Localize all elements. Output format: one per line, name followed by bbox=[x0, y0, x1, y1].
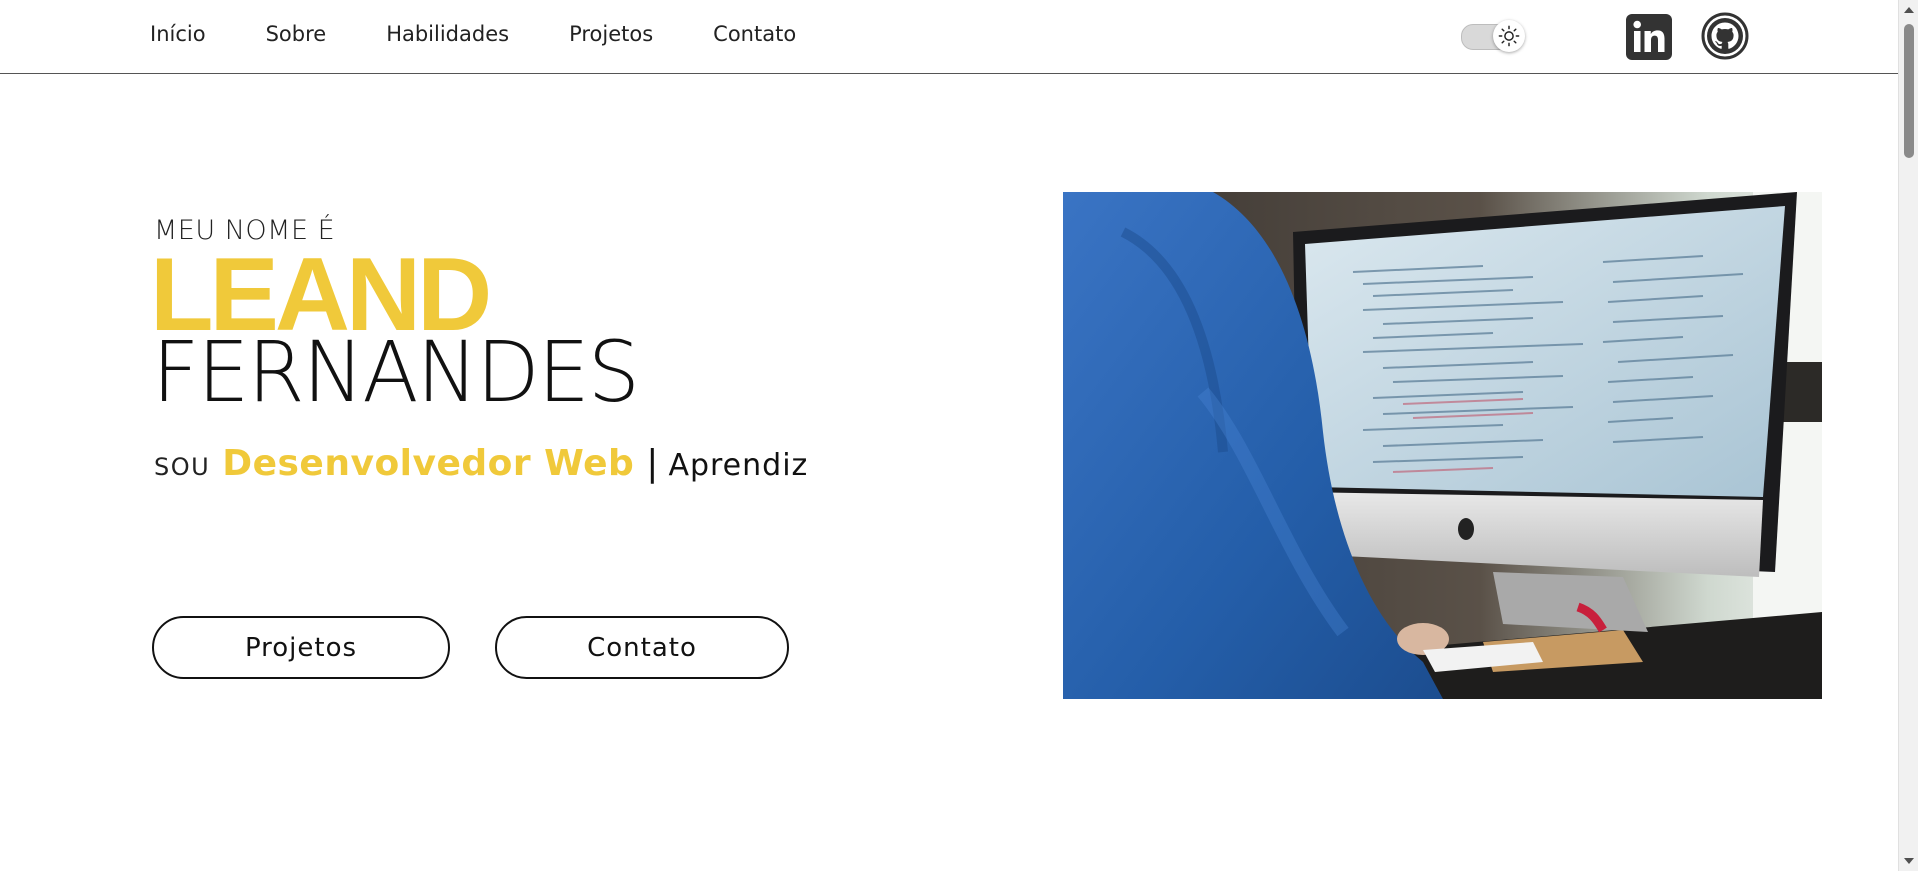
contact-button[interactable]: Contato bbox=[495, 616, 789, 679]
subtitle-separator: | bbox=[646, 443, 659, 484]
github-link[interactable] bbox=[1701, 12, 1749, 60]
scroll-down-arrow-icon[interactable] bbox=[1904, 858, 1914, 864]
subtitle-extra: Aprendiz bbox=[668, 448, 809, 483]
projects-button[interactable]: Projetos bbox=[152, 616, 450, 679]
github-icon bbox=[1701, 12, 1749, 60]
linkedin-icon bbox=[1626, 14, 1672, 60]
page: Início Sobre Habilidades Projetos Contat… bbox=[0, 0, 1918, 871]
nav-link-projetos[interactable]: Projetos bbox=[569, 22, 653, 46]
subtitle-prefix: SOU bbox=[154, 453, 211, 481]
scroll-up-arrow-icon[interactable] bbox=[1904, 7, 1914, 13]
nav-link-contato[interactable]: Contato bbox=[713, 22, 796, 46]
sun-icon bbox=[1498, 25, 1520, 47]
page-scrollbar[interactable] bbox=[1898, 0, 1918, 871]
hero-last-name: FERNANDES bbox=[152, 323, 640, 421]
linkedin-link[interactable] bbox=[1626, 14, 1672, 60]
hero-subtitle: SOU Desenvolvedor Web | Aprendiz bbox=[154, 443, 808, 484]
nav-link-habilidades[interactable]: Habilidades bbox=[386, 22, 509, 46]
nav-link-sobre[interactable]: Sobre bbox=[266, 22, 327, 46]
navbar: Início Sobre Habilidades Projetos Contat… bbox=[0, 0, 1898, 74]
hero-image bbox=[1063, 192, 1822, 699]
nav-links: Início Sobre Habilidades Projetos Contat… bbox=[150, 22, 856, 46]
theme-toggle[interactable] bbox=[1461, 20, 1529, 52]
scroll-thumb[interactable] bbox=[1904, 24, 1914, 158]
nav-link-inicio[interactable]: Início bbox=[150, 22, 206, 46]
toggle-knob bbox=[1493, 20, 1525, 52]
subtitle-role: Desenvolvedor Web bbox=[222, 443, 635, 484]
